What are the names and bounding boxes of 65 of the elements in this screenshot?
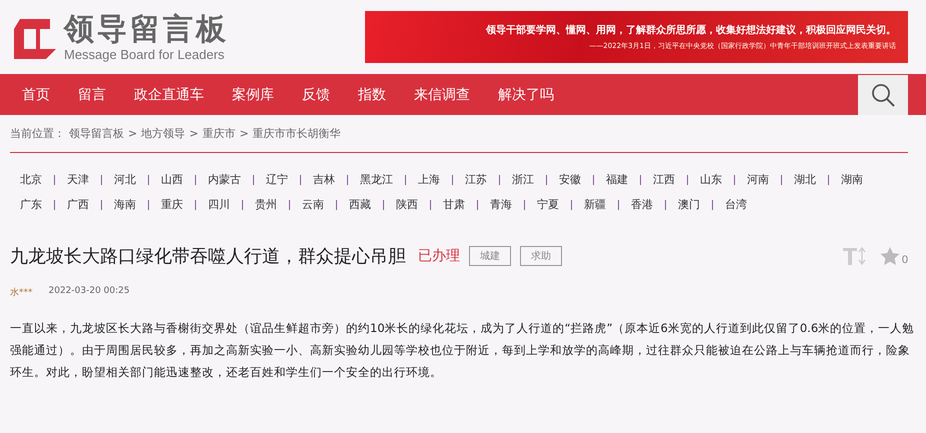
- province-link[interactable]: 内蒙古: [208, 172, 241, 187]
- status-label: 已办理: [418, 247, 460, 265]
- nav-link[interactable]: 反馈: [302, 75, 330, 115]
- category-tag: 求助: [520, 246, 562, 266]
- province-link[interactable]: 河北: [114, 172, 136, 187]
- favorite-count: 0: [902, 254, 908, 266]
- breadcrumb-separator: >: [189, 127, 198, 140]
- breadcrumb-separator: >: [239, 127, 249, 140]
- province-link[interactable]: 新疆: [584, 197, 606, 212]
- nav-link[interactable]: 首页: [22, 75, 50, 115]
- breadcrumb-label: 当前位置：: [10, 126, 65, 141]
- province-link[interactable]: 上海: [418, 172, 440, 187]
- nav-link[interactable]: 解决了吗: [498, 75, 554, 115]
- province-link[interactable]: 湖北: [794, 172, 816, 187]
- nav-link[interactable]: 案例库: [232, 75, 274, 115]
- province-link[interactable]: 山东: [700, 172, 722, 187]
- province-link[interactable]: 贵州: [255, 197, 277, 212]
- province-link[interactable]: 广西: [67, 197, 89, 212]
- post-date: 2022-03-20 00:25: [48, 286, 130, 298]
- province-link[interactable]: 台湾: [725, 197, 747, 212]
- search-button[interactable]: [858, 75, 908, 115]
- banner-headline: 领导干部要学网、懂网、用网，了解群众所思所愿，收集好想法好建议，积极回应网民关切。: [486, 23, 896, 37]
- breadcrumb-separator: >: [128, 127, 138, 140]
- province-link[interactable]: 安徽: [559, 172, 581, 187]
- breadcrumb-link[interactable]: 重庆市: [202, 126, 236, 141]
- province-link[interactable]: 重庆: [161, 197, 183, 212]
- province-link[interactable]: 陕西: [396, 197, 418, 212]
- province-link[interactable]: 湖南: [841, 172, 863, 187]
- province-link[interactable]: 辽宁: [266, 172, 288, 187]
- nav-link[interactable]: 留言: [78, 75, 106, 115]
- province-link[interactable]: 江苏: [465, 172, 487, 187]
- breadcrumb-link[interactable]: 重庆市市长胡衡华: [252, 126, 341, 141]
- province-link[interactable]: 河南: [747, 172, 769, 187]
- province-link[interactable]: 山西: [161, 172, 183, 187]
- star-icon: [880, 246, 900, 266]
- province-link[interactable]: 黑龙江: [360, 172, 393, 187]
- province-link[interactable]: 香港: [631, 197, 653, 212]
- site-title: 领导留言板: [64, 12, 229, 46]
- nav-link[interactable]: 来信调查: [414, 75, 470, 115]
- nav-link[interactable]: 政企直通车: [134, 75, 204, 115]
- province-link[interactable]: 海南: [114, 197, 136, 212]
- province-link[interactable]: 澳门: [678, 197, 700, 212]
- font-size-icon: [842, 246, 866, 266]
- province-link[interactable]: 北京: [20, 172, 42, 187]
- breadcrumb-link[interactable]: 领导留言板: [69, 126, 124, 141]
- nav-link[interactable]: 指数: [358, 75, 386, 115]
- category-tag: 城建: [469, 246, 511, 266]
- search-icon: [870, 82, 896, 108]
- province-link[interactable]: 宁夏: [537, 197, 559, 212]
- province-link[interactable]: 浙江: [512, 172, 534, 187]
- province-link[interactable]: 西藏: [349, 197, 371, 212]
- province-link[interactable]: 甘肃: [443, 197, 465, 212]
- breadcrumb-link[interactable]: 地方领导: [141, 126, 186, 141]
- province-link[interactable]: 江西: [653, 172, 675, 187]
- message-body: 一直以来，九龙坡区长大路与香榭街交界处（谊品生鲜超市旁）的约10米长的绿化花坛，成为了人行道的“拦路虎”（原本近6米宽的人行道到此仅留了0.6米的位置，一人勉强能通过）。由于周围居民较多，再加之高新实验一小、高新实验幼儿园等学校也位于附近，每到上学和放学的高峰期，过往群众只能被迫在公路上与车辆抢道而行，险象环生。对此，盼望相关部门能迅速整改，还老百姓和学生们一个安全的出行环境。: [10, 320, 916, 381]
- author-name: 水***: [10, 286, 32, 299]
- province-link[interactable]: 吉林: [313, 172, 335, 187]
- province-link[interactable]: 四川: [208, 197, 230, 212]
- message-title: 九龙坡长大路口绿化带吞噬人行道，群众提心吊胆: [10, 245, 406, 268]
- province-link[interactable]: 广东: [20, 197, 42, 212]
- province-link[interactable]: 福建: [606, 172, 628, 187]
- province-link[interactable]: 青海: [490, 197, 512, 212]
- site-subtitle: Message Board for Leaders: [64, 46, 226, 62]
- province-link[interactable]: 天津: [67, 172, 89, 187]
- province-link[interactable]: 云南: [302, 197, 324, 212]
